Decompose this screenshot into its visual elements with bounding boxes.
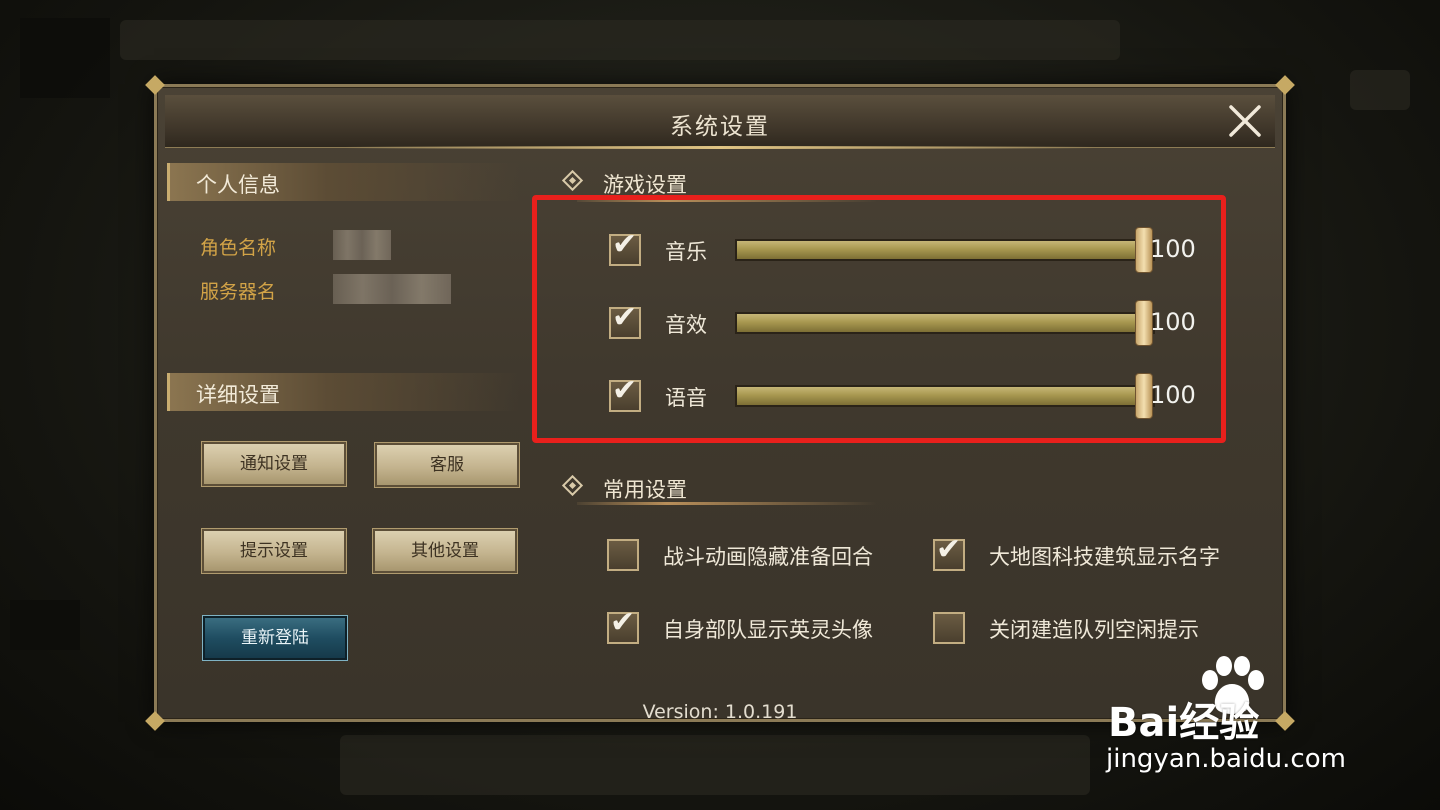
role-name-value-blurred [333, 230, 391, 260]
watermark-url: jingyan.baidu.com [1106, 744, 1346, 774]
server-name-value-blurred [333, 274, 451, 304]
hero-portrait-checkbox[interactable]: ✔ [607, 608, 639, 644]
dialog-titlebar: 系统设置 [165, 95, 1275, 149]
corner-ornament [1275, 75, 1295, 95]
detail-settings-header: 详细设置 [167, 373, 520, 411]
close-icon[interactable] [1225, 101, 1265, 141]
other-settings-button[interactable]: 其他设置 [373, 529, 517, 573]
personal-info-header: 个人信息 [167, 163, 520, 201]
game-settings-title: 游戏设置 [603, 173, 687, 197]
background-top-bar [120, 20, 1120, 60]
map-building-names-checkbox[interactable]: ✔ [933, 535, 965, 571]
check-icon: ✔ [610, 605, 636, 640]
background-bottom-bar [340, 735, 1090, 795]
dialog-title: 系统设置 [670, 114, 770, 140]
background-right-icon [1350, 70, 1410, 110]
hero-portrait-label: 自身部队显示英灵头像 [663, 618, 873, 642]
diamond-icon [561, 474, 584, 497]
map-building-names-label: 大地图科技建筑显示名字 [989, 545, 1220, 569]
detail-settings-title: 详细设置 [196, 383, 280, 407]
background-left-icon [10, 600, 80, 650]
relogin-button[interactable]: 重新登陆 [203, 616, 347, 660]
server-name-label: 服务器名 [200, 281, 277, 303]
common-settings-underline [577, 502, 877, 505]
personal-info-title: 个人信息 [196, 173, 280, 197]
battle-animation-checkbox[interactable] [607, 539, 639, 571]
notification-settings-button[interactable]: 通知设置 [202, 442, 346, 486]
corner-ornament [145, 75, 165, 95]
role-name-label: 角色名称 [200, 237, 277, 259]
common-settings-title: 常用设置 [603, 478, 687, 502]
idle-queue-hint-label: 关闭建造队列空闲提示 [989, 618, 1199, 642]
idle-queue-hint-checkbox[interactable] [933, 612, 965, 644]
background-top-left [20, 18, 110, 98]
diamond-icon [561, 169, 584, 192]
watermark-brand: Bai经验 [1108, 700, 1260, 746]
highlight-box [532, 195, 1226, 443]
hint-settings-button[interactable]: 提示设置 [202, 529, 346, 573]
customer-service-button[interactable]: 客服 [375, 443, 519, 487]
battle-animation-label: 战斗动画隐藏准备回合 [663, 545, 873, 569]
common-settings-header: 常用设置 [561, 474, 687, 504]
check-icon: ✔ [936, 532, 962, 567]
